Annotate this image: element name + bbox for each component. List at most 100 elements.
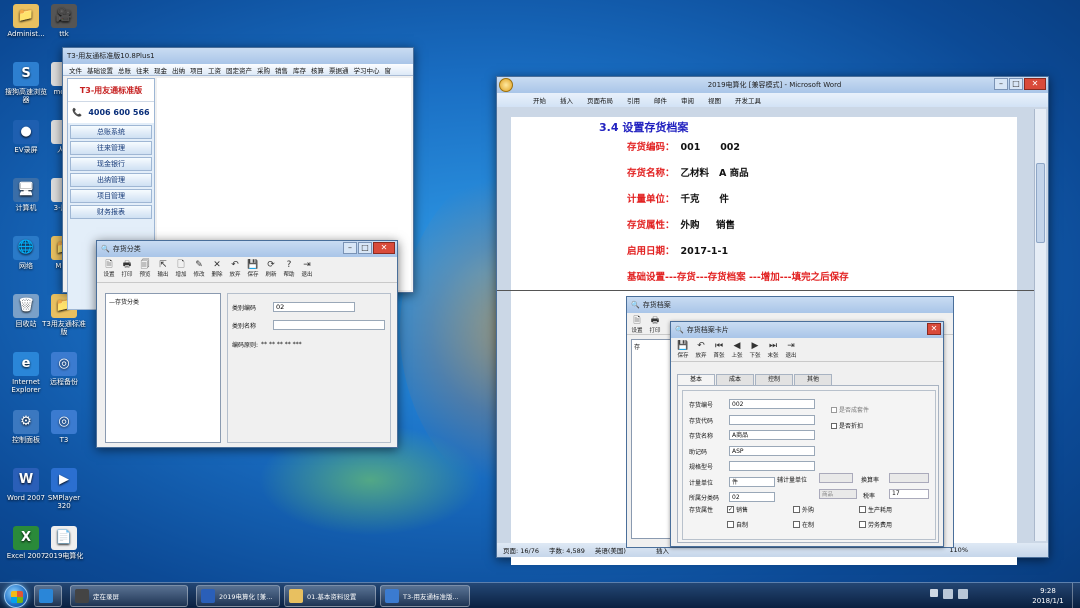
- t3-menu-item[interactable]: 固定资产: [226, 65, 252, 75]
- t3-menu-item[interactable]: 文件: [69, 65, 82, 75]
- class-code-input[interactable]: [273, 302, 355, 312]
- taskbar-item[interactable]: 01.基本资料设置: [284, 585, 376, 607]
- toolbar-button[interactable]: ↶ 放弃: [693, 340, 709, 360]
- toolbar-button[interactable]: ▶ 下张: [747, 340, 763, 360]
- t3-menu-item[interactable]: 库存: [293, 65, 306, 75]
- status-words[interactable]: 字数: 4,589: [549, 545, 585, 555]
- t3-nav-item[interactable]: 财务报表: [70, 205, 152, 219]
- word-titlebar[interactable]: 2019电算化 [兼容模式] - Microsoft Word – □ ✕: [497, 77, 1048, 93]
- show-desktop-button[interactable]: [1072, 583, 1080, 608]
- toolbar-button[interactable]: ✎ 修改: [191, 259, 207, 280]
- t3-menu-item[interactable]: 工资: [208, 65, 221, 75]
- t3-menubar: 文件 基础设置 总账 往来 现金 出纳 项目 工资 固定资产 采购 销售 库存 核算 票据通 学习中心窗: [63, 64, 413, 76]
- toolbar-button[interactable]: 🗎 设置: [101, 259, 117, 280]
- toolbar-button[interactable]: ⇥ 退出: [299, 259, 315, 280]
- taskbar-item[interactable]: 定在录屏: [70, 585, 188, 607]
- status-page[interactable]: 页面: 16/76: [503, 545, 539, 555]
- ribbon-tab[interactable]: 邮件: [654, 95, 667, 105]
- doc-line: 启用日期： 2017-1-1: [627, 243, 728, 257]
- network-icon[interactable]: [943, 589, 953, 599]
- toolbar-button[interactable]: 💾 保存: [675, 340, 691, 360]
- desktop-icon[interactable]: ◎ 远程备份: [42, 352, 86, 386]
- toolbar-button[interactable]: 🗐 预览: [137, 259, 153, 280]
- taskbar-app-icon: [385, 589, 399, 603]
- card-field-input: [729, 414, 815, 425]
- word-minimize-button[interactable]: –: [994, 78, 1008, 90]
- status-lang[interactable]: 英语(美国): [595, 545, 626, 555]
- desktop-app-icon: 🖥: [13, 178, 39, 202]
- start-button[interactable]: [4, 584, 28, 608]
- toolbar-button[interactable]: ⏭ 末张: [765, 340, 781, 360]
- class-dialog-titlebar[interactable]: 🔍 存货分类 – □ ✕: [97, 241, 397, 257]
- volume-icon[interactable]: [958, 589, 968, 599]
- tree-root-label[interactable]: —存货分类: [109, 299, 139, 306]
- toolbar-button[interactable]: 💾 保存: [245, 259, 261, 280]
- t3-menu-item[interactable]: 销售: [275, 65, 288, 75]
- t3-menu-item[interactable]: 出纳: [172, 65, 185, 75]
- close-button[interactable]: ✕: [373, 242, 395, 254]
- toolbar-button-label: 预览: [139, 272, 151, 278]
- t3-nav-item[interactable]: 出纳管理: [70, 173, 152, 187]
- toolbar-button[interactable]: ✕ 删除: [209, 259, 225, 280]
- toolbar-button[interactable]: ↶ 放弃: [227, 259, 243, 280]
- taskbar-item[interactable]: T3-用友通标准版...: [380, 585, 470, 607]
- toolbar-button[interactable]: 🗋 增加: [173, 259, 189, 280]
- t3-titlebar[interactable]: T3-用友通标准版10.8Plus1: [63, 48, 413, 64]
- card-tab: 其他: [794, 374, 832, 385]
- desktop-icon[interactable]: 📄 2019电算化: [42, 526, 86, 560]
- ribbon-tab[interactable]: 审阅: [681, 95, 694, 105]
- ribbon-tab[interactable]: 引用: [627, 95, 640, 105]
- t3-menu-item[interactable]: 总账: [118, 65, 131, 75]
- minimize-button[interactable]: –: [343, 242, 357, 254]
- card-attr-label: 自制: [736, 522, 749, 529]
- t3-nav-item[interactable]: 现金银行: [70, 157, 152, 171]
- taskbar-item[interactable]: 2019电算化 [兼...: [196, 585, 280, 607]
- ribbon-tab[interactable]: 视图: [708, 95, 721, 105]
- maximize-button[interactable]: □: [358, 242, 372, 254]
- toolbar-button[interactable]: ◀ 上张: [729, 340, 745, 360]
- t3-menu-item[interactable]: 窗: [385, 65, 392, 75]
- desktop-icon[interactable]: 🎥 ttk: [42, 4, 86, 38]
- clock[interactable]: 9:28 2018/1/1: [1024, 586, 1072, 606]
- class-tree[interactable]: —存货分类: [105, 293, 221, 443]
- office-button-icon[interactable]: [499, 78, 513, 92]
- desktop-app-icon: ◎: [51, 410, 77, 434]
- t3-menu-item[interactable]: 采购: [257, 65, 270, 75]
- ribbon-tab[interactable]: 插入: [560, 95, 573, 105]
- t3-nav-item[interactable]: 总账系统: [70, 125, 152, 139]
- word-close-button[interactable]: ✕: [1024, 78, 1046, 90]
- toolbar-button[interactable]: 🖶 打印: [119, 259, 135, 280]
- t3-menu-item[interactable]: 核算: [311, 65, 324, 75]
- t3-nav-item[interactable]: 往来管理: [70, 141, 152, 155]
- doc-line-value: 外购 销售: [680, 220, 736, 231]
- checkbox-icon: [793, 521, 800, 528]
- checkbox-icon: [727, 521, 734, 528]
- inventory-class-dialog[interactable]: 🔍 存货分类 – □ ✕ 🗎 设置 🖶 打印 🗐 预览 ⇱ 输出 🗋 增加 ✎ 修改 ✕ 删除 ↶ 放弃 💾 保存…: [96, 240, 398, 448]
- toolbar-button[interactable]: ⏮ 首张: [711, 340, 727, 360]
- toolbar-button[interactable]: ⇱ 输出: [155, 259, 171, 280]
- word-maximize-button[interactable]: □: [1009, 78, 1023, 90]
- card-attr-checkbox: 外购: [793, 505, 814, 514]
- class-name-input[interactable]: [273, 320, 385, 330]
- t3-menu-item[interactable]: 往来: [136, 65, 149, 75]
- toolbar-button[interactable]: ? 帮助: [281, 259, 297, 280]
- tray-arrow-icon[interactable]: [930, 589, 938, 597]
- t3-menu-item[interactable]: 项目: [190, 65, 203, 75]
- undo-icon: ↶: [697, 340, 705, 351]
- ribbon-tab[interactable]: 开始: [533, 95, 546, 105]
- t3-menu-item[interactable]: 基础设置: [87, 65, 113, 75]
- t3-menu-item[interactable]: 现金: [154, 65, 167, 75]
- help-icon: ?: [286, 259, 292, 270]
- toolbar-button[interactable]: ⟳ 刷新: [263, 259, 279, 280]
- ribbon-tab[interactable]: 开发工具: [735, 95, 761, 105]
- t3-nav-item[interactable]: 项目管理: [70, 189, 152, 203]
- t3-menu-item[interactable]: 学习中心: [354, 65, 380, 75]
- desktop-icon[interactable]: ◎ T3: [42, 410, 86, 444]
- scrollbar-thumb[interactable]: [1036, 163, 1045, 243]
- ribbon-tab[interactable]: 页面布局: [587, 95, 613, 105]
- t3-menu-item[interactable]: 票据通: [329, 65, 349, 75]
- taskbar-item[interactable]: [34, 585, 62, 607]
- toolbar-button[interactable]: ⇥ 退出: [783, 340, 799, 360]
- word-scrollbar[interactable]: [1034, 109, 1046, 541]
- desktop-icon[interactable]: ▶ SMPlayer 320: [42, 468, 86, 510]
